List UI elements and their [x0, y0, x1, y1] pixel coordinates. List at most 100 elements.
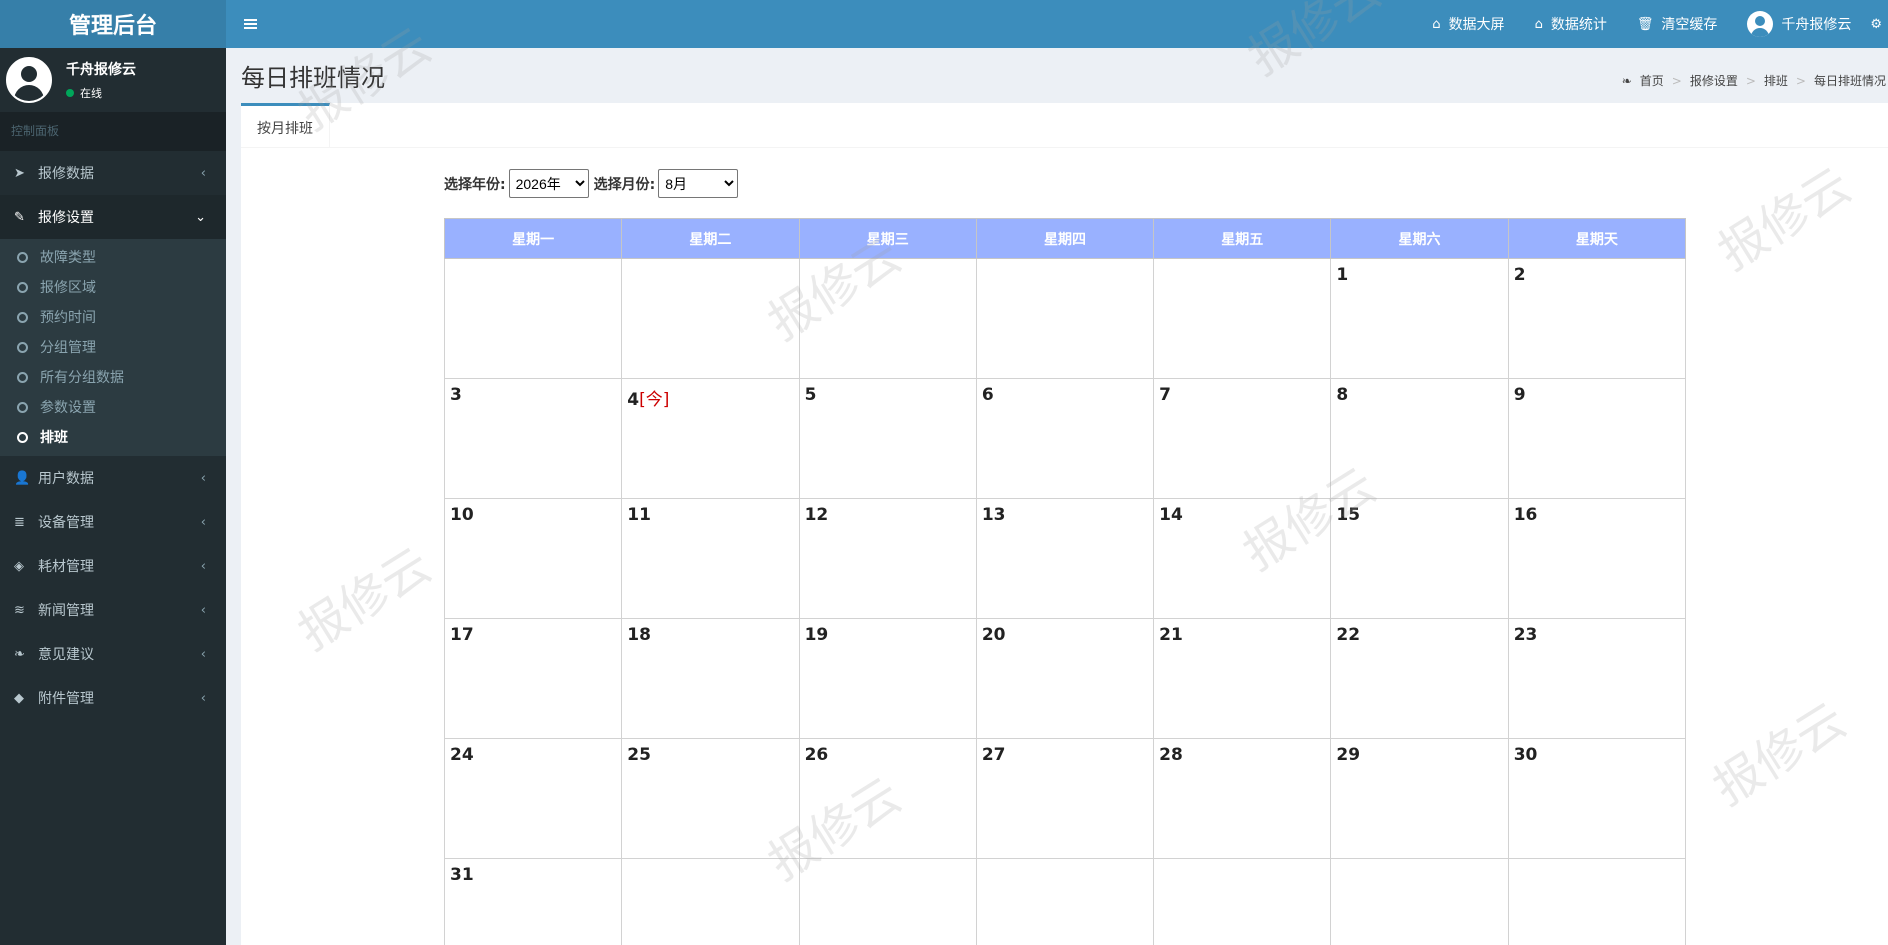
circle-icon — [17, 311, 28, 323]
day-number: 20 — [981, 625, 1006, 645]
calendar-day-cell[interactable]: 7 — [1153, 378, 1332, 499]
calendar-day-cell[interactable]: 8 — [1330, 378, 1509, 499]
nav-data-screen[interactable]: ⌂ 数据大屏 — [1417, 0, 1519, 48]
calendar-day-cell[interactable]: 3 — [443, 378, 623, 499]
day-number: 2 — [1513, 265, 1526, 285]
calendar-day-cell[interactable]: 19 — [798, 618, 977, 739]
calendar-day-cell[interactable]: 10 — [443, 498, 623, 619]
nav-data-stats[interactable]: ⌂ 数据统计 — [1520, 0, 1622, 48]
circle-icon — [17, 371, 28, 383]
submenu-item-repair-area[interactable]: 报修区域 — [0, 272, 226, 302]
calendar-day-cell[interactable]: 25 — [621, 738, 800, 859]
chevron-left-icon: ‹ — [200, 558, 206, 574]
calendar-day-cell[interactable]: 23 — [1507, 618, 1687, 739]
calendar-empty-cell — [798, 858, 977, 945]
calendar-day-cell[interactable]: 1 — [1330, 258, 1509, 379]
sidebar-item-user-data[interactable]: 👤 用户数据 ‹ — [0, 456, 226, 500]
breadcrumb-home[interactable]: 首页 — [1640, 72, 1664, 89]
submenu-item-label: 预约时间 — [40, 310, 96, 326]
weekday-header-row: 星期一 星期二 星期三 星期四 星期五 星期六 星期天 — [443, 218, 1687, 259]
calendar-day-cell[interactable]: 24 — [443, 738, 623, 859]
sidebar-item-repair-settings[interactable]: ✎ 报修设置 ⌄ — [0, 195, 226, 239]
navbar: ⌂ 数据大屏 ⌂ 数据统计 🗑 清空缓存 千舟报修云 ⚙ — [226, 0, 1888, 48]
submenu-item-parameter-settings[interactable]: 参数设置 — [0, 392, 226, 422]
day-number: 5 — [804, 385, 817, 405]
calendar-day-cell[interactable]: 17 — [443, 618, 623, 739]
rss-icon: ≋ — [14, 602, 25, 618]
sidebar-toggle-button[interactable] — [226, 0, 274, 48]
calendar-day-cell[interactable]: 26 — [798, 738, 977, 859]
submenu-repair-settings: 故障类型 报修区域 预约时间 分组管理 所有分组数据 参数设置 排班 — [0, 239, 226, 456]
sidebar-item-label: 报修设置 — [38, 210, 94, 226]
calendar-day-cell[interactable]: 9 — [1507, 378, 1687, 499]
submenu-item-fault-type[interactable]: 故障类型 — [0, 242, 226, 272]
sidebar-item-device-management[interactable]: ≣ 设备管理 ‹ — [0, 500, 226, 544]
calendar-day-cell[interactable]: 21 — [1153, 618, 1332, 739]
calendar-day-cell[interactable]: 18 — [621, 618, 800, 739]
nav-clear-cache[interactable]: 🗑 清空缓存 — [1622, 0, 1733, 48]
day-number: 31 — [450, 865, 474, 885]
day-number: 6 — [981, 385, 994, 405]
chevron-down-icon: ⌄ — [195, 209, 206, 225]
calendar-week-row: 24 25 26 27 28 29 30 — [443, 738, 1687, 859]
tab-bar: 按月排班 — [241, 103, 1888, 148]
day-number: 1 — [1336, 265, 1349, 285]
submenu-item-booking-time[interactable]: 预约时间 — [0, 302, 226, 332]
user-menu[interactable]: 千舟报修云 — [1732, 0, 1866, 48]
month-select[interactable]: 8月 — [658, 169, 739, 198]
year-select[interactable]: 2026年 — [508, 169, 589, 198]
brand-logo[interactable]: 管理后台 — [0, 0, 226, 48]
submenu-item-label: 报修区域 — [40, 280, 96, 296]
sidebar-item-attachments[interactable]: ◆ 附件管理 ‹ — [0, 676, 226, 720]
submenu-item-scheduling[interactable]: 排班 — [0, 422, 226, 452]
calendar-day-cell[interactable]: 31 — [443, 858, 623, 945]
calendar-day-cell[interactable]: 22 — [1330, 618, 1509, 739]
sidebar-item-repair-data[interactable]: ➤ 报修数据 ‹ — [0, 151, 226, 195]
tab-monthly-schedule[interactable]: 按月排班 — [241, 103, 330, 148]
calendar-day-cell[interactable]: 27 — [975, 738, 1155, 859]
calendar-empty-cell — [1153, 858, 1332, 945]
calendar-day-cell[interactable]: 6 — [975, 378, 1155, 499]
calendar-day-cell[interactable]: 29 — [1330, 738, 1509, 859]
calendar-day-cell[interactable]: 14 — [1153, 498, 1332, 619]
breadcrumb-scheduling[interactable]: 排班 — [1764, 72, 1788, 89]
calendar-day-cell[interactable]: 13 — [975, 498, 1155, 619]
nav-label: 清空缓存 — [1661, 17, 1718, 33]
day-number: 14 — [1159, 505, 1183, 525]
user-info: 千舟报修云 在线 — [66, 59, 136, 101]
calendar-day-cell[interactable]: 2 — [1507, 258, 1687, 379]
calendar-day-cell[interactable]: 5 — [798, 378, 977, 499]
paper-plane-icon: ➤ — [14, 165, 25, 181]
day-number: 12 — [804, 505, 829, 525]
breadcrumb: ❧ 首页 > 报修设置 > 排班 > 每日排班情况 — [1622, 72, 1886, 89]
sidebar-item-feedback[interactable]: ❧ 意见建议 ‹ — [0, 632, 226, 676]
calendar-day-cell[interactable]: 15 — [1330, 498, 1509, 619]
sidebar-item-label: 设备管理 — [38, 515, 94, 531]
breadcrumb-separator: > — [1671, 73, 1682, 88]
sidebar-item-consumables[interactable]: ◈ 耗材管理 ‹ — [0, 544, 226, 588]
day-number: 9 — [1513, 385, 1526, 405]
sidebar-item-news-management[interactable]: ≋ 新闻管理 ‹ — [0, 588, 226, 632]
breadcrumb-repair-settings[interactable]: 报修设置 — [1690, 72, 1738, 89]
online-dot-icon — [66, 89, 74, 97]
calendar-day-cell[interactable]: 11 — [621, 498, 800, 619]
month-label: 选择月份: — [593, 176, 656, 193]
day-number: 11 — [627, 505, 651, 525]
submenu-item-all-group-data[interactable]: 所有分组数据 — [0, 362, 226, 392]
gears-icon: ⚙ — [1870, 16, 1882, 32]
sidebar-item-label: 附件管理 — [38, 691, 94, 707]
calendar-day-cell[interactable]: 20 — [975, 618, 1155, 739]
calendar-day-cell[interactable]: 16 — [1507, 498, 1687, 619]
calendar-day-cell[interactable]: 4[今] — [621, 378, 800, 499]
sidebar-item-label: 耗材管理 — [38, 559, 94, 575]
submenu-item-label: 排班 — [40, 430, 68, 446]
settings-button[interactable]: ⚙ — [1866, 0, 1888, 48]
calendar-day-cell[interactable]: 30 — [1507, 738, 1687, 859]
calendar-day-cell[interactable]: 28 — [1153, 738, 1332, 859]
calendar-day-cell[interactable]: 12 — [798, 498, 977, 619]
navbar-right: ⌂ 数据大屏 ⌂ 数据统计 🗑 清空缓存 千舟报修云 ⚙ — [1417, 0, 1888, 48]
home-icon: ⌂ — [1534, 16, 1543, 32]
cube-icon: ◈ — [14, 558, 24, 574]
submenu-item-group-management[interactable]: 分组管理 — [0, 332, 226, 362]
chevron-left-icon: ‹ — [200, 470, 206, 486]
